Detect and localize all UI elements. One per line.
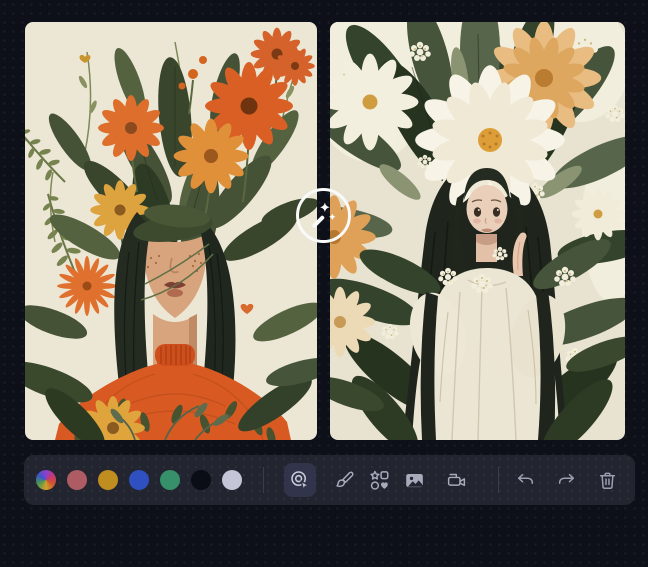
black-swatch[interactable] [191, 470, 211, 490]
compare-button[interactable] [296, 188, 351, 243]
lavender-swatch[interactable] [222, 470, 242, 490]
undo-arrow-icon [515, 470, 536, 491]
blue-swatch[interactable] [129, 470, 149, 490]
left-artwork-image[interactable] [25, 22, 317, 440]
right-artwork-painting [330, 22, 625, 440]
color-swatches [36, 470, 242, 490]
toolbar-divider [498, 467, 499, 493]
rose-swatch[interactable] [67, 470, 87, 490]
rainbow-swatch[interactable] [36, 470, 56, 490]
redo-button[interactable] [551, 465, 581, 495]
select-click-tool[interactable] [284, 463, 316, 497]
magic-wand-sparkles-icon [303, 195, 345, 237]
delete-button[interactable] [592, 465, 622, 495]
brush-tool[interactable] [328, 463, 360, 497]
shapes-icon [369, 470, 390, 491]
trash-icon [597, 470, 618, 491]
video-camera-icon [446, 470, 467, 491]
shapes-tool[interactable] [363, 463, 395, 497]
paintbrush-icon [334, 470, 355, 491]
editor-canvas [0, 0, 648, 567]
toolbar-divider [263, 467, 264, 493]
left-artwork-illustration [25, 22, 317, 440]
redo-arrow-icon [556, 470, 577, 491]
toolbar [24, 455, 635, 505]
green-swatch[interactable] [160, 470, 180, 490]
image-tool[interactable] [398, 463, 430, 497]
right-artwork-image[interactable] [330, 22, 625, 440]
video-tool[interactable] [440, 463, 472, 497]
pointer-click-icon [289, 469, 311, 491]
image-icon [404, 470, 425, 491]
undo-button[interactable] [510, 465, 540, 495]
gold-swatch[interactable] [98, 470, 118, 490]
